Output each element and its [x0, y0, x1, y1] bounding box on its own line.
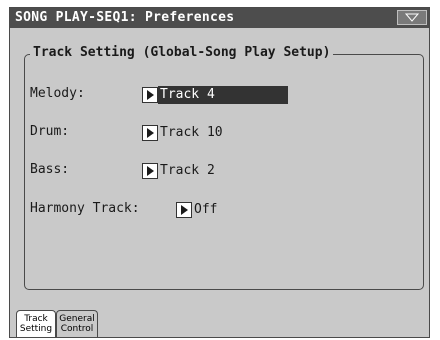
bass-label: Bass: — [30, 162, 70, 177]
tab-label-line1: Track — [24, 314, 48, 324]
bass-value[interactable]: Track 2 — [158, 162, 288, 180]
play-arrow-icon — [147, 90, 154, 100]
group-title: Track Setting (Global-Song Play Setup) — [30, 45, 334, 60]
play-arrow-icon — [147, 128, 154, 138]
display-screen: SONG PLAY-SEQ1: Preferences Track Settin… — [9, 7, 430, 338]
melody-popup-button[interactable] — [142, 87, 158, 103]
harmony-track-popup-button[interactable] — [176, 202, 192, 218]
harmony-track-value[interactable]: Off — [192, 201, 292, 219]
play-arrow-icon — [147, 166, 154, 176]
melody-value[interactable]: Track 4 — [158, 86, 288, 104]
menu-triangle-icon — [404, 13, 420, 22]
page-menu-button[interactable] — [397, 10, 427, 25]
page-title: SONG PLAY-SEQ1: Preferences — [15, 10, 235, 25]
title-bar: SONG PLAY-SEQ1: Preferences — [10, 8, 429, 28]
melody-label: Melody: — [30, 86, 85, 101]
drum-popup-button[interactable] — [142, 125, 158, 141]
tab-track-setting[interactable]: Track Setting — [16, 310, 56, 337]
tab-label-line1: General — [59, 314, 95, 324]
drum-value[interactable]: Track 10 — [158, 124, 288, 142]
tab-label-line2: Control — [60, 324, 94, 334]
harmony-track-label: Harmony Track: — [30, 201, 140, 216]
tab-general-control[interactable]: General Control — [56, 310, 98, 337]
play-arrow-icon — [181, 205, 188, 215]
tab-label-line2: Setting — [19, 324, 53, 334]
drum-label: Drum: — [30, 124, 70, 139]
bass-popup-button[interactable] — [142, 163, 158, 179]
